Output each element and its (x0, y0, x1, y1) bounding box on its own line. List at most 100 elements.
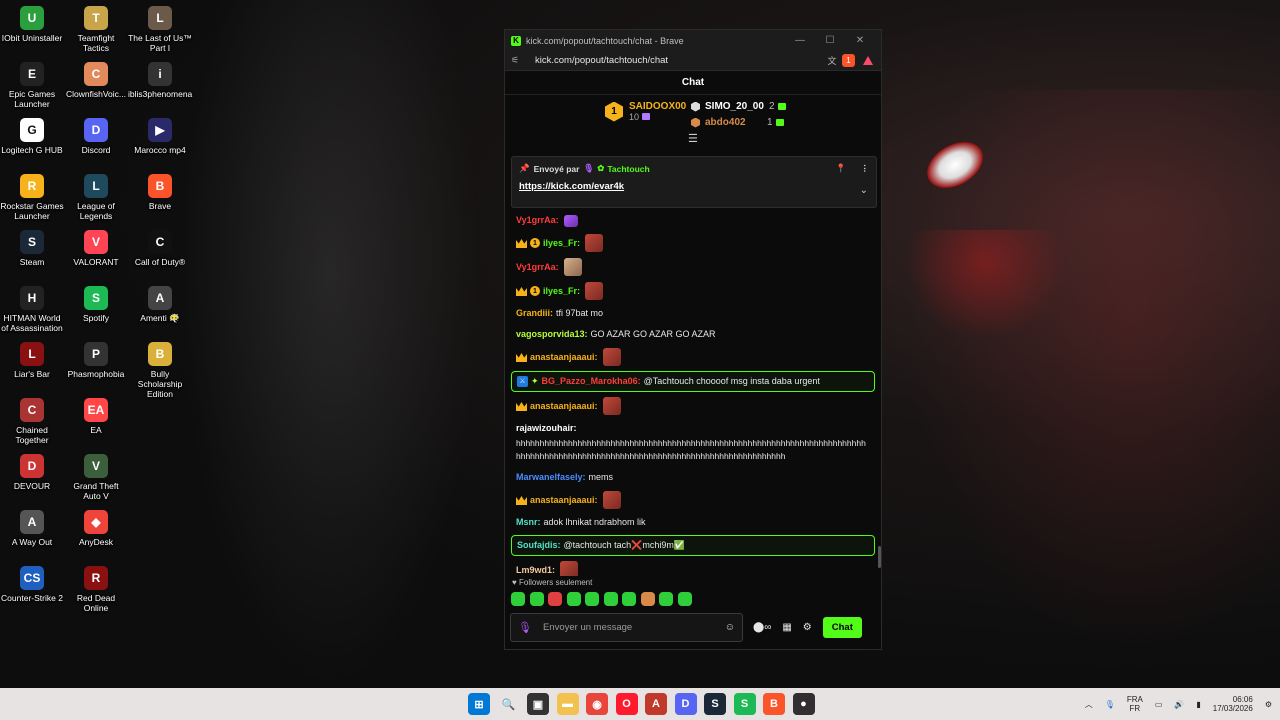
desktop-icon[interactable]: ◆ AnyDesk (64, 510, 128, 547)
unpin-icon[interactable]: 📍 (836, 163, 847, 174)
leaderboard-third[interactable]: abdo402 1 (691, 117, 784, 128)
volume-icon[interactable]: 🔊 (1174, 700, 1184, 709)
site-settings-icon[interactable]: ⚟ (511, 55, 525, 66)
chat-username[interactable]: anastaanjaaaui: (530, 494, 598, 507)
expand-leaderboard-icon[interactable]: ☰ (688, 132, 698, 145)
chevron-up-icon[interactable]: ︿ (1085, 699, 1093, 710)
network-icon[interactable]: ▭ (1155, 700, 1163, 709)
emote-button[interactable] (659, 592, 673, 606)
emote-button[interactable] (529, 592, 544, 606)
desktop-icon[interactable]: CS Counter-Strike 2 (0, 566, 64, 603)
taskbar-task-view-icon[interactable]: ▣ (527, 693, 549, 715)
desktop-icon[interactable]: A A Way Out (0, 510, 64, 547)
desktop-icon[interactable]: G Logitech G HUB (0, 118, 64, 155)
chat-input[interactable] (542, 621, 725, 633)
emote-button[interactable] (585, 592, 599, 606)
chat-username[interactable]: Marwanelfasely: (516, 471, 586, 484)
chat-username[interactable]: Vy1grrAa: (516, 261, 559, 274)
silver-hex-icon (691, 101, 700, 112)
translate-icon[interactable]: 文 (822, 54, 842, 67)
leaderboard-first[interactable]: 1 SAIDOOX00 10 (605, 101, 686, 122)
language-indicator[interactable]: FRA FR (1127, 695, 1143, 713)
store-icon[interactable]: ▦ (782, 622, 791, 633)
taskbar-discord-icon[interactable]: D (674, 693, 697, 715)
desktop-icon[interactable]: H HITMAN World of Assassination (0, 286, 64, 333)
send-chat-button[interactable]: Chat (822, 616, 862, 638)
desktop-icon[interactable]: EA EA (64, 398, 128, 435)
taskbar-opera-icon[interactable]: O (615, 693, 638, 715)
desktop-icon[interactable]: R Rockstar Games Launcher (0, 174, 64, 221)
scrollbar[interactable] (878, 546, 881, 568)
desktop-icon[interactable]: D DEVOUR (0, 454, 64, 491)
desktop-icon[interactable]: C ClownfishVoic... (64, 62, 128, 99)
chat-username[interactable]: Vy1grrAa: (516, 214, 559, 227)
chat-username[interactable]: Lm9wd1: (516, 564, 555, 577)
desktop-icon[interactable]: U IObit Uninstaller (0, 6, 64, 43)
url-field[interactable]: kick.com/popout/tachtouch/chat (535, 55, 822, 66)
more-options-icon[interactable]: ⋮ (861, 163, 870, 174)
desktop-icon[interactable]: B Brave (128, 174, 192, 211)
taskbar-file-explorer-icon[interactable]: ▬ (556, 693, 579, 715)
emote-button[interactable] (511, 592, 525, 606)
taskbar-windows-start-icon[interactable]: ⊞ (468, 693, 490, 715)
desktop-icon[interactable]: T Teamfight Tactics (64, 6, 128, 53)
desktop-icon[interactable]: V Grand Theft Auto V (64, 454, 128, 501)
desktop-icon[interactable]: L The Last of Us™ Part I (128, 6, 192, 53)
chat-username[interactable]: vagosporvida13: (516, 328, 588, 341)
brave-rewards-icon[interactable] (863, 56, 873, 65)
taskbar-search-icon[interactable]: 🔍 (498, 693, 520, 715)
taskbar-chrome-icon[interactable]: ◉ (586, 693, 608, 715)
pinned-link[interactable]: https://kick.com/evar4k (519, 181, 869, 192)
emote-button[interactable] (640, 592, 655, 606)
desktop-icon[interactable]: D Discord (64, 118, 128, 155)
taskbar-adobe-icon[interactable]: A (645, 693, 667, 715)
clock[interactable]: 06:06 17/03/2026 (1213, 695, 1253, 713)
notifications-icon[interactable]: ⚙ (1265, 700, 1272, 709)
emote-button[interactable] (622, 592, 636, 606)
settings-gear-icon[interactable]: ⚙ (803, 622, 812, 633)
desktop-icon[interactable]: E Epic Games Launcher (0, 62, 64, 109)
maximize-button[interactable]: ☐ (815, 35, 845, 46)
emote-button[interactable] (603, 592, 618, 606)
emote-button[interactable] (677, 592, 692, 606)
taskbar-obs-icon[interactable]: ● (792, 693, 815, 715)
desktop-icon[interactable]: ▶ Marocco mp4 (128, 118, 192, 155)
taskbar-steam-icon[interactable]: S (704, 693, 726, 715)
desktop-icon[interactable]: L League of Legends (64, 174, 128, 221)
desktop-icon[interactable]: S Spotify (64, 286, 128, 323)
chat-username[interactable]: rajawizouhair: (516, 423, 577, 433)
desktop-icon[interactable]: i iblis3phenomena (128, 62, 192, 99)
battery-icon[interactable]: ▮ (1196, 700, 1200, 709)
chat-username[interactable]: anastaanjaaaui: (530, 351, 598, 364)
close-button[interactable]: ✕ (845, 35, 875, 46)
desktop-icon[interactable]: A Amenti 😶‍🌫️ (128, 286, 192, 323)
taskbar-brave-icon[interactable]: B (763, 693, 785, 715)
emote-button[interactable] (548, 592, 562, 606)
minimize-button[interactable]: — (785, 35, 815, 46)
chat-username[interactable]: Grandiii: (516, 307, 553, 320)
desktop-icon[interactable]: R Red Dead Online (64, 566, 128, 613)
taskbar-spotify-icon[interactable]: S (733, 693, 756, 715)
chat-username[interactable]: Soufajdis: (517, 539, 561, 552)
chevron-down-icon[interactable]: ⌄ (860, 185, 868, 196)
chat-username[interactable]: Msnr: (516, 516, 541, 529)
emote-button[interactable] (566, 592, 581, 606)
desktop-icon[interactable]: V VALORANT (64, 230, 128, 267)
desktop-icon[interactable]: C Chained Together (0, 398, 64, 445)
desktop-icon[interactable]: B Bully Scholarship Edition (128, 342, 192, 399)
chat-username[interactable]: ilyes_Fr: (543, 237, 580, 250)
emoji-picker-icon[interactable]: ☺ (725, 622, 735, 633)
kicks-icon[interactable]: ⬤∞ (753, 622, 771, 633)
desktop-icon[interactable]: C Call of Duty® (128, 230, 192, 267)
chat-username[interactable]: anastaanjaaaui: (530, 400, 598, 413)
desktop-icon[interactable]: L Liar's Bar (0, 342, 64, 379)
desktop-icon[interactable]: P Phasmophobia (64, 342, 128, 379)
desktop-icon[interactable]: S Steam (0, 230, 64, 267)
mic-icon[interactable]: 🎙 (518, 621, 532, 634)
chat-username[interactable]: BG_Pazzo_Marokha06: (542, 375, 641, 388)
chat-username[interactable]: ilyes_Fr: (543, 285, 580, 298)
brave-shield-icon[interactable]: 1 (842, 54, 855, 67)
app-icon: G (20, 118, 44, 142)
mic-tray-icon[interactable]: 🎙 (1105, 700, 1115, 709)
leaderboard-second[interactable]: SIMO_20_00 2 (691, 101, 786, 112)
